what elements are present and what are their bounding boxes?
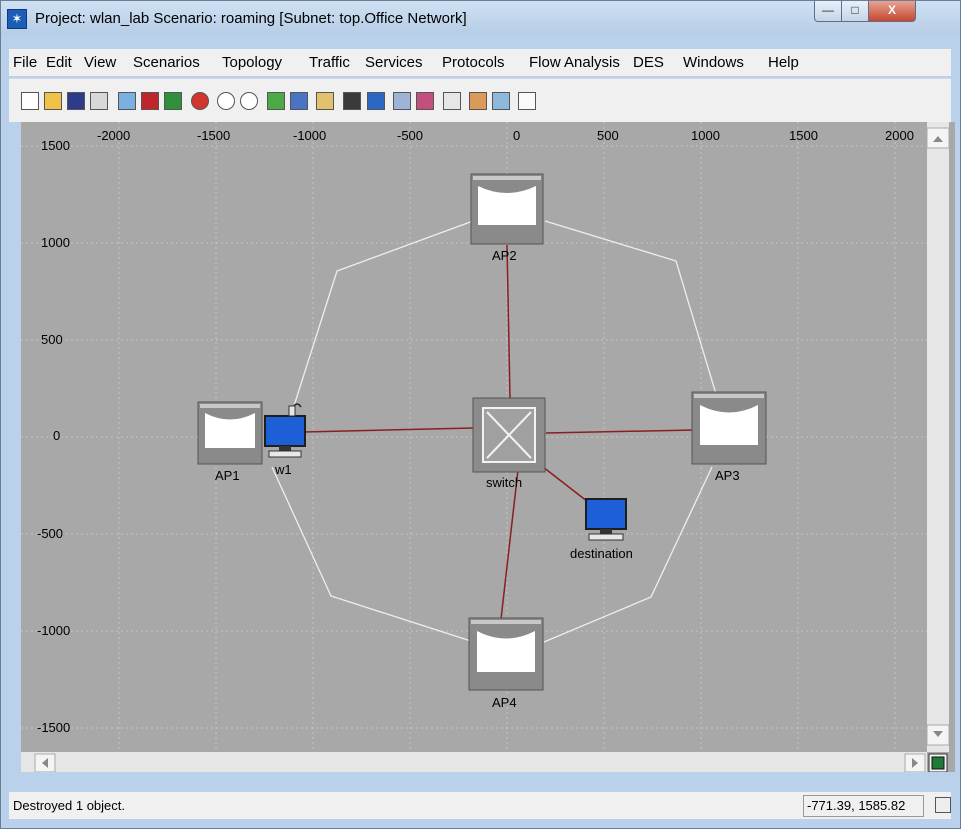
status-message: Destroyed 1 object. bbox=[13, 798, 126, 813]
menu-help[interactable]: Help bbox=[768, 54, 799, 71]
link-switch-destination[interactable] bbox=[542, 466, 593, 506]
toolbar bbox=[9, 78, 951, 122]
y-tick-label: 1500 bbox=[41, 138, 70, 153]
show-graphs-icon[interactable] bbox=[414, 90, 434, 110]
status-bar: Destroyed 1 object. -771.39, 1585.82 bbox=[9, 792, 951, 819]
menu-file[interactable]: File bbox=[13, 54, 37, 71]
window-title: Project: wlan_lab Scenario: roaming [Sub… bbox=[35, 10, 467, 27]
switch-node[interactable] bbox=[472, 397, 546, 473]
y-tick-label: 1000 bbox=[41, 235, 70, 250]
menu-scenarios[interactable]: Scenarios bbox=[133, 54, 200, 71]
x-tick-label: 2000 bbox=[885, 128, 914, 143]
link-w1-switch[interactable] bbox=[303, 427, 474, 433]
ap3-node[interactable] bbox=[691, 391, 767, 465]
y-tick-label: -1500 bbox=[37, 720, 71, 735]
new-project-icon[interactable] bbox=[19, 90, 39, 110]
menu-topology[interactable]: Topology bbox=[222, 54, 282, 71]
fail-node-icon[interactable] bbox=[139, 90, 159, 110]
import-ace-icon[interactable] bbox=[265, 90, 285, 110]
coverage-outline bbox=[291, 220, 474, 413]
x-tick-label: -1000 bbox=[293, 128, 327, 143]
cursor-coordinates: -771.39, 1585.82 bbox=[803, 795, 924, 817]
menu-view[interactable]: View bbox=[84, 54, 116, 71]
y-tick-label: -1000 bbox=[37, 623, 71, 638]
w1-label: w1 bbox=[275, 462, 292, 477]
import-vne-icon[interactable] bbox=[288, 90, 308, 110]
application-window: ✶ Project: wlan_lab Scenario: roaming [S… bbox=[0, 0, 961, 829]
x-tick-label: 1000 bbox=[691, 128, 720, 143]
link-ap2-switch[interactable] bbox=[506, 244, 511, 399]
annotation-icon[interactable] bbox=[441, 90, 461, 110]
ap2-node[interactable] bbox=[470, 173, 544, 245]
coverage-outline bbox=[271, 466, 475, 643]
close-button[interactable]: X bbox=[868, 1, 916, 22]
destination-label: destination bbox=[570, 546, 633, 561]
ap2-label: AP2 bbox=[492, 248, 517, 263]
horizontal-scrollbar[interactable] bbox=[21, 752, 927, 772]
x-tick-label: -2000 bbox=[97, 128, 131, 143]
run-simulation-icon[interactable] bbox=[341, 90, 361, 110]
navigator-icon[interactable] bbox=[467, 90, 487, 110]
x-tick-label: 1500 bbox=[789, 128, 818, 143]
app-icon: ✶ bbox=[7, 9, 27, 29]
y-tick-label: 500 bbox=[41, 332, 63, 347]
link-switch-ap4[interactable] bbox=[500, 469, 519, 620]
zoom-in-icon[interactable] bbox=[215, 90, 235, 110]
menu-edit[interactable]: Edit bbox=[46, 54, 72, 71]
view-results-icon[interactable] bbox=[365, 90, 385, 110]
link-switch-ap3[interactable] bbox=[545, 429, 695, 434]
ap1-label: AP1 bbox=[215, 468, 240, 483]
topology-canvas[interactable] bbox=[21, 122, 955, 772]
menu-protocols[interactable]: Protocols bbox=[442, 54, 505, 71]
ap3-label: AP3 bbox=[715, 468, 740, 483]
minimize-button[interactable]: — bbox=[814, 1, 842, 22]
properties-icon[interactable] bbox=[516, 90, 536, 110]
w1-node[interactable] bbox=[264, 403, 306, 458]
verify-links-icon[interactable] bbox=[189, 90, 209, 110]
log-icon[interactable] bbox=[935, 797, 951, 813]
x-tick-label: 500 bbox=[597, 128, 619, 143]
x-tick-label: -500 bbox=[397, 128, 424, 143]
save-icon[interactable] bbox=[65, 90, 85, 110]
destination-node[interactable] bbox=[585, 498, 627, 541]
title-bar[interactable]: ✶ Project: wlan_lab Scenario: roaming [S… bbox=[1, 1, 960, 35]
x-tick-label: 0 bbox=[513, 128, 521, 143]
y-tick-label: 0 bbox=[53, 428, 61, 443]
hide-graphs-icon[interactable] bbox=[391, 90, 411, 110]
menu-services[interactable]: Services bbox=[365, 54, 423, 71]
configure-des-icon[interactable] bbox=[314, 90, 334, 110]
project-workspace[interactable]: -2000 -1500 -1000 -500 0 500 1000 1500 2… bbox=[21, 122, 955, 772]
menu-traffic[interactable]: Traffic bbox=[309, 54, 350, 71]
open-icon[interactable] bbox=[42, 90, 62, 110]
ap4-label: AP4 bbox=[492, 695, 517, 710]
zoom-out-icon[interactable] bbox=[238, 90, 258, 110]
background-icon[interactable] bbox=[490, 90, 510, 110]
menu-flow-analysis[interactable]: Flow Analysis bbox=[529, 54, 620, 71]
menu-bar: File Edit View Scenarios Topology Traffi… bbox=[9, 49, 951, 76]
vertical-scrollbar[interactable] bbox=[927, 122, 949, 752]
switch-label: switch bbox=[486, 475, 523, 490]
ap1-node[interactable] bbox=[197, 401, 263, 465]
coverage-outline bbox=[544, 220, 717, 395]
menu-windows[interactable]: Windows bbox=[683, 54, 744, 71]
y-tick-label: -500 bbox=[37, 526, 64, 541]
ap4-node[interactable] bbox=[468, 617, 544, 691]
rapid-config-icon[interactable] bbox=[116, 90, 136, 110]
print-icon[interactable] bbox=[88, 90, 108, 110]
recover-node-icon[interactable] bbox=[162, 90, 182, 110]
menu-des[interactable]: DES bbox=[633, 54, 664, 71]
maximize-button[interactable]: □ bbox=[841, 1, 869, 22]
x-tick-label: -1500 bbox=[197, 128, 231, 143]
